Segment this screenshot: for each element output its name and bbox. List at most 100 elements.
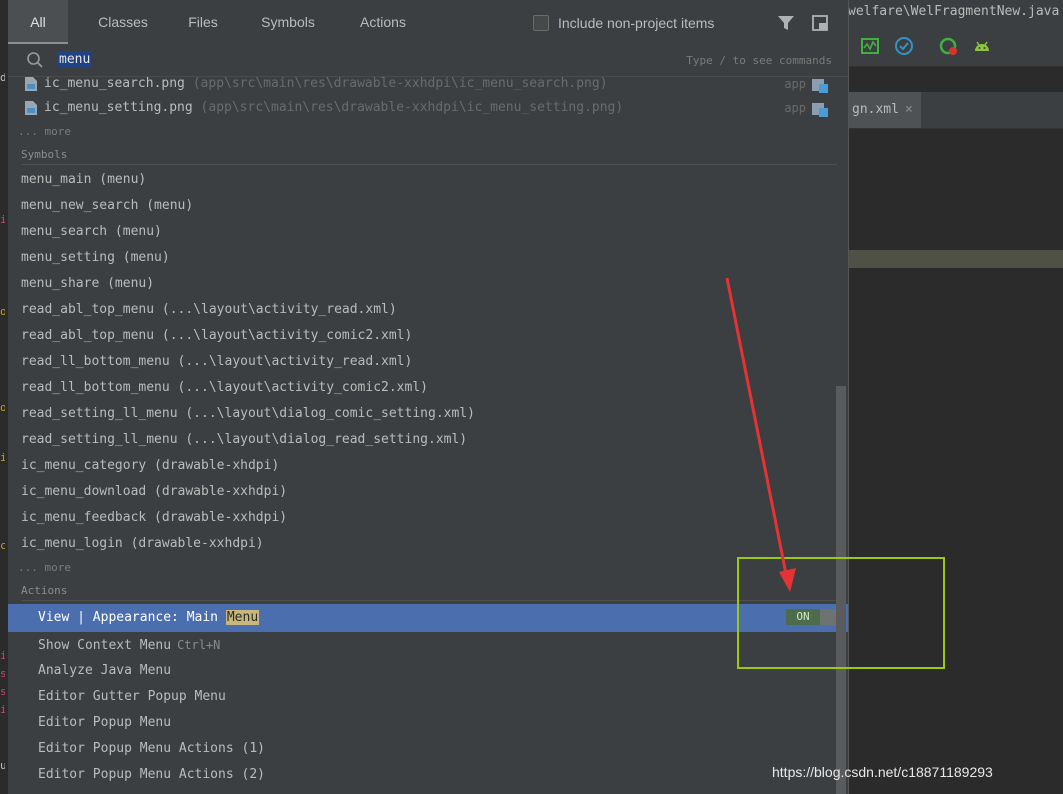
toggle-state-label: ON: [786, 609, 820, 625]
list-item[interactable]: menu_share (menu): [8, 271, 836, 297]
check-circle-icon[interactable]: [894, 36, 914, 56]
tab-symbols[interactable]: Symbols: [248, 0, 328, 44]
list-item[interactable]: menu_new_search (menu): [8, 193, 836, 219]
list-item[interactable]: Editor Popup Menu Actions (2): [8, 762, 836, 788]
tab-files[interactable]: Files: [178, 0, 228, 44]
symbol-label: menu_search (menu): [21, 224, 162, 239]
android-icon[interactable]: [972, 36, 992, 56]
editor-gutter-strip: d i o o i c i s s i u: [0, 0, 8, 794]
symbol-label: read_setting_ll_menu (...\layout\dialog_…: [21, 432, 468, 447]
file-path: (app\src\main\res\drawable-xxhdpi\ic_men…: [192, 76, 608, 91]
list-item[interactable]: ic_menu_download (drawable-xxhdpi): [8, 479, 836, 505]
list-item[interactable]: ic_menu_search.png (app\src\main\res\dra…: [8, 71, 836, 97]
list-item[interactable]: Analyze Java Menu: [8, 658, 836, 684]
list-item[interactable]: menu_main (menu): [8, 167, 836, 193]
symbols-section-header: Symbols: [21, 146, 837, 165]
symbol-label: menu_setting (menu): [21, 250, 170, 265]
list-item[interactable]: ic_menu_login (drawable-xxhdpi): [8, 531, 836, 557]
files-more-link[interactable]: ... more: [18, 123, 71, 141]
editor-tab-bar: gn.xml ×: [848, 92, 1063, 129]
open-in-window-icon[interactable]: [811, 14, 829, 32]
gutter-mark: s: [0, 686, 5, 698]
symbol-label: read_ll_bottom_menu (...\layout\activity…: [21, 380, 428, 395]
action-label: Analyze Java Menu: [38, 663, 172, 678]
symbol-label: read_setting_ll_menu (...\layout\dialog_…: [21, 406, 475, 421]
gutter-mark: i: [0, 214, 5, 226]
image-file-icon: [25, 101, 37, 115]
gutter-mark: u: [0, 760, 5, 772]
list-item[interactable]: ic_menu_feedback (drawable-xxhdpi): [8, 505, 836, 531]
symbol-label: read_ll_bottom_menu (...\layout\activity…: [21, 354, 413, 369]
popup-tab-bar: All Classes Files Symbols Actions Includ…: [8, 0, 848, 44]
module-name: app: [784, 77, 806, 91]
tab-label: Files: [188, 14, 218, 30]
module-icon: [812, 102, 828, 117]
list-item[interactable]: ic_menu_category (drawable-xhdpi): [8, 453, 836, 479]
include-non-project-toggle[interactable]: Include non-project items: [533, 13, 714, 33]
search-icon: [27, 52, 43, 68]
tab-classes[interactable]: Classes: [68, 0, 178, 44]
list-item[interactable]: read_setting_ll_menu (...\layout\dialog_…: [8, 427, 836, 453]
symbols-more-link[interactable]: ... more: [18, 559, 71, 577]
current-line-highlight: [848, 250, 1063, 268]
include-non-project-label: Include non-project items: [558, 15, 715, 31]
symbol-label: ic_menu_feedback (drawable-xxhdpi): [21, 510, 288, 525]
action-main-menu-selected[interactable]: View | Appearance: Main Menu ON: [8, 604, 848, 632]
ide-title-bar: welfare\WelFragmentNew.java: [848, 0, 1063, 26]
results-scrollbar[interactable]: [836, 386, 846, 794]
list-item[interactable]: read_abl_top_menu (...\layout\activity_r…: [8, 297, 836, 323]
gutter-mark: o: [0, 306, 5, 318]
symbol-label: menu_new_search (menu): [21, 198, 194, 213]
list-item[interactable]: ic_menu_setting.png (app\src\main\res\dr…: [8, 95, 836, 121]
image-file-icon: [25, 77, 37, 91]
module-name: app: [784, 101, 806, 115]
filter-icon[interactable]: [777, 14, 795, 32]
tab-label: Symbols: [261, 14, 315, 30]
actions-section-header: Actions: [21, 582, 837, 601]
search-hint: Type / to see commands: [686, 54, 832, 67]
symbol-label: menu_share (menu): [21, 276, 155, 291]
tab-all[interactable]: All: [8, 0, 68, 44]
search-input[interactable]: menu: [58, 51, 92, 68]
search-everywhere-popup: All Classes Files Symbols Actions Includ…: [8, 0, 849, 794]
file-path: (app\src\main\res\drawable-xxhdpi\ic_men…: [200, 100, 624, 115]
list-item[interactable]: read_ll_bottom_menu (...\layout\activity…: [8, 375, 836, 401]
list-item[interactable]: Editor Popup Menu Actions (1): [8, 736, 836, 762]
editor-tab-label: gn.xml: [852, 102, 899, 117]
code-editor[interactable]: [848, 129, 1063, 794]
symbol-label: menu_main (menu): [21, 172, 147, 187]
tab-label: Actions: [360, 14, 406, 30]
editor-tab[interactable]: gn.xml ×: [848, 92, 921, 128]
gutter-mark: c: [0, 540, 5, 552]
symbol-label: ic_menu_download (drawable-xxhdpi): [21, 484, 288, 499]
tab-label: All: [30, 14, 46, 30]
list-item[interactable]: read_abl_top_menu (...\layout\activity_c…: [8, 323, 836, 349]
search-match-highlight: Menu: [225, 610, 260, 625]
main-menu-toggle[interactable]: ON: [786, 609, 840, 625]
list-item[interactable]: Show Context Menu Ctrl+N: [8, 632, 836, 658]
close-icon[interactable]: ×: [905, 102, 913, 117]
module-icon: [812, 78, 828, 93]
watermark: https://blog.csdn.net/c18871189293: [772, 764, 993, 780]
tab-actions[interactable]: Actions: [343, 0, 423, 44]
list-item[interactable]: read_ll_bottom_menu (...\layout\activity…: [8, 349, 836, 375]
list-item[interactable]: Editor Gutter Popup Menu: [8, 684, 836, 710]
symbol-label: ic_menu_category (drawable-xhdpi): [21, 458, 280, 473]
results-list: ic_menu_search.png (app\src\main\res\dra…: [8, 76, 848, 794]
ide-toolbar: [848, 26, 1063, 67]
list-item[interactable]: read_setting_ll_menu (...\layout\dialog_…: [8, 401, 836, 427]
include-non-project-checkbox[interactable]: [533, 15, 549, 31]
action-label: View | Appearance: Main: [38, 610, 226, 625]
file-name: ic_menu_search.png: [44, 76, 185, 91]
action-label: Editor Popup Menu Actions (2): [38, 767, 265, 782]
tab-label: Classes: [98, 14, 148, 30]
ide-file-path: welfare\WelFragmentNew.java: [848, 4, 1060, 19]
list-item[interactable]: menu_setting (menu): [8, 245, 836, 271]
file-name: ic_menu_setting.png: [44, 100, 193, 115]
gutter-mark: s: [0, 668, 5, 680]
list-item[interactable]: Editor Popup Menu: [8, 710, 836, 736]
sync-icon[interactable]: [938, 36, 958, 56]
symbol-label: read_abl_top_menu (...\layout\activity_c…: [21, 328, 413, 343]
profiler-icon[interactable]: [860, 36, 880, 56]
list-item[interactable]: menu_search (menu): [8, 219, 836, 245]
